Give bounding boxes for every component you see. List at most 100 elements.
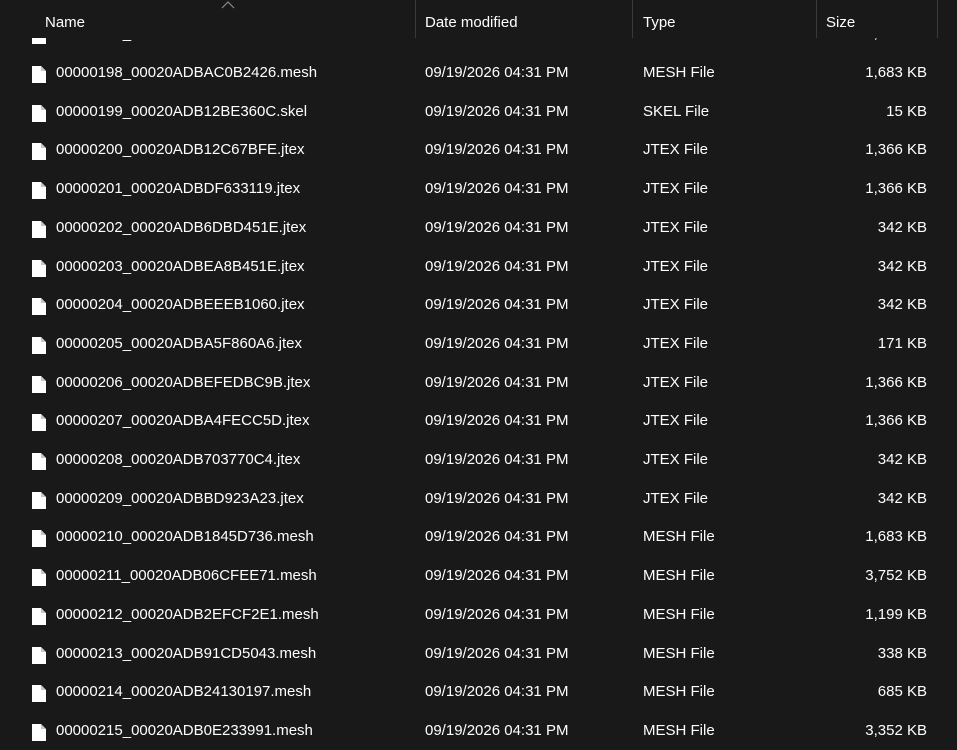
file-icon [32, 607, 46, 625]
file-icon [32, 143, 46, 161]
file-size: 342 KB [877, 218, 927, 236]
file-row[interactable]: 00000207_00020ADBA4FECC5D.jtex 09/19/2026… [0, 403, 957, 442]
file-date-modified: 09/19/2026 04:31 PM [425, 296, 569, 314]
chevron-up-icon [221, 1, 235, 9]
file-type: JTEX File [643, 296, 709, 314]
file-list-view: 00000197_00020ADB0F0E1225.mesh09/19/2026… [0, 0, 957, 750]
file-size: 3,752 KB [865, 567, 927, 585]
file-size: 1,683 KB [865, 528, 927, 546]
file-type: JTEX File [643, 489, 709, 507]
file-row[interactable]: 00000206_00020ADBEFEDBC9B.jtex 09/19/2026… [0, 365, 957, 404]
file-name: 00000199_00020ADB12BE360C.skel [56, 102, 308, 120]
file-size: 342 KB [877, 257, 927, 275]
column-header-date-modified[interactable]: Date modified [416, 0, 632, 38]
file-name: 00000203_00020ADBEA8B451E.jtex [56, 257, 305, 275]
file-type: JTEX File [643, 373, 709, 391]
column-header-type-label: Type [643, 13, 676, 31]
file-name: 00000202_00020ADB6DBD451E.jtex [56, 218, 307, 236]
file-size: 342 KB [877, 451, 927, 468]
file-type: JTEX File [643, 141, 709, 159]
column-divider[interactable] [937, 0, 938, 38]
file-row[interactable]: 00000202_00020ADB6DBD451E.jtex 09/19/2026… [0, 210, 957, 249]
file-date-modified: 09/19/2026 04:31 PM [425, 605, 569, 623]
file-row[interactable]: 00000203_00020ADBEA8B451E.jtex 09/19/2026… [0, 249, 957, 288]
file-type: JTEX File [643, 180, 709, 198]
file-row[interactable]: 00000198_00020ADBAC0B2426.mesh 09/19/2026… [0, 55, 957, 94]
file-size: 1,683 KB [865, 64, 927, 81]
file-name: 00000200_00020ADB12C67BFE.jtex [56, 141, 305, 159]
file-icon [32, 685, 46, 703]
file-icon [32, 530, 46, 548]
file-size: 3,352 KB [865, 721, 927, 739]
file-row[interactable]: 00000213_00020ADB91CD5043.mesh 09/19/2026… [0, 636, 957, 675]
file-size: 1,199 KB [865, 605, 927, 623]
file-type: JTEX File [643, 412, 709, 430]
file-icon [32, 646, 46, 664]
file-name: 00000211_00020ADB06CFEE71.mesh [56, 567, 317, 585]
column-header-type[interactable]: Type [633, 0, 816, 38]
file-icon [32, 259, 46, 277]
column-header: Name Date modified Type Size [0, 0, 957, 38]
file-row[interactable]: 00000199_00020ADB12BE360C.skel 09/19/2026… [0, 94, 957, 133]
file-icon [32, 104, 46, 122]
file-type: JTEX File [643, 334, 709, 352]
file-size: 1,366 KB [865, 141, 927, 159]
file-type: MESH File [643, 683, 715, 701]
file-row[interactable]: 00000215_00020ADB0E233991.mesh 09/19/2026… [0, 713, 957, 750]
file-size: 685 KB [877, 683, 927, 701]
column-header-name[interactable]: Name [0, 0, 415, 38]
file-row[interactable]: 00000209_00020ADBBD923A23.jtex 09/19/2026… [0, 481, 957, 520]
file-date-modified: 09/19/2026 04:31 PM [425, 528, 569, 546]
file-size: 171 KB [877, 334, 927, 352]
file-type: SKEL File [643, 102, 710, 120]
file-row[interactable]: 00000201_00020ADBDF633119.jtex 09/19/2026… [0, 171, 957, 210]
file-size: 1,366 KB [865, 373, 927, 391]
file-date-modified: 09/19/2026 04:31 PM [425, 334, 569, 352]
file-date-modified: 09/19/2026 04:31 PM [425, 102, 569, 120]
file-row[interactable]: 00000214_00020ADB24130197.mesh 09/19/2026… [0, 674, 957, 713]
file-name: 00000198_00020ADBAC0B2426.mesh [56, 64, 318, 81]
file-name: 00000207_00020ADBA4FECC5D.jtex [56, 412, 310, 430]
file-name: 00000205_00020ADBA5F860A6.jtex [56, 334, 303, 352]
file-name: 00000210_00020ADB1845D736.mesh [56, 528, 314, 546]
file-size: 1,366 KB [865, 180, 927, 198]
file-date-modified: 09/19/2026 04:31 PM [425, 257, 569, 275]
file-icon [32, 491, 46, 509]
file-date-modified: 09/19/2026 04:31 PM [425, 373, 569, 391]
file-type: MESH File [643, 721, 715, 739]
file-icon [32, 453, 46, 470]
file-type: MESH File [643, 528, 715, 546]
column-header-size[interactable]: Size [817, 0, 938, 38]
file-size: 15 KB [886, 102, 927, 120]
file-row[interactable]: 00000200_00020ADB12C67BFE.jtex 09/19/2026… [0, 132, 957, 171]
file-icon [32, 220, 46, 238]
file-icon [32, 414, 46, 432]
file-row[interactable]: 00000212_00020ADB2EFCF2E1.mesh 09/19/2026… [0, 597, 957, 636]
file-row[interactable]: 00000205_00020ADBA5F860A6.jtex 09/19/2026… [0, 326, 957, 365]
file-type: MESH File [643, 567, 715, 585]
file-type: JTEX File [643, 257, 709, 275]
file-date-modified: 09/19/2026 04:31 PM [425, 451, 569, 468]
file-date-modified: 09/19/2026 04:31 PM [425, 644, 569, 662]
file-name: 00000201_00020ADBDF633119.jtex [56, 180, 301, 198]
file-size: 1,366 KB [865, 412, 927, 430]
file-date-modified: 09/19/2026 04:31 PM [425, 567, 569, 585]
file-date-modified: 09/19/2026 04:31 PM [425, 489, 569, 507]
column-header-size-label: Size [826, 13, 856, 31]
file-name: 00000209_00020ADBBD923A23.jtex [56, 489, 304, 507]
file-name: 00000213_00020ADB91CD5043.mesh [56, 644, 317, 662]
file-row[interactable]: 00000208_00020ADB703770C4.jtex 09/19/2026… [0, 442, 957, 481]
file-name: 00000204_00020ADBEEEB1060.jtex [56, 296, 305, 314]
file-icon [32, 569, 46, 587]
file-type: JTEX File [643, 218, 709, 236]
column-header-date-label: Date modified [425, 13, 518, 31]
file-row[interactable]: 00000210_00020ADB1845D736.mesh 09/19/2026… [0, 519, 957, 558]
file-name: 00000206_00020ADBEFEDBC9B.jtex [56, 373, 311, 391]
file-size: 342 KB [877, 489, 927, 507]
file-date-modified: 09/19/2026 04:31 PM [425, 218, 569, 236]
column-header-name-label: Name [45, 13, 86, 31]
file-row[interactable]: 00000204_00020ADBEEEB1060.jtex 09/19/2026… [0, 287, 957, 326]
file-row[interactable]: 00000211_00020ADB06CFEE71.mesh 09/19/2026… [0, 558, 957, 597]
file-name: 00000212_00020ADB2EFCF2E1.mesh [56, 605, 319, 623]
file-name: 00000208_00020ADB703770C4.jtex [56, 451, 301, 468]
